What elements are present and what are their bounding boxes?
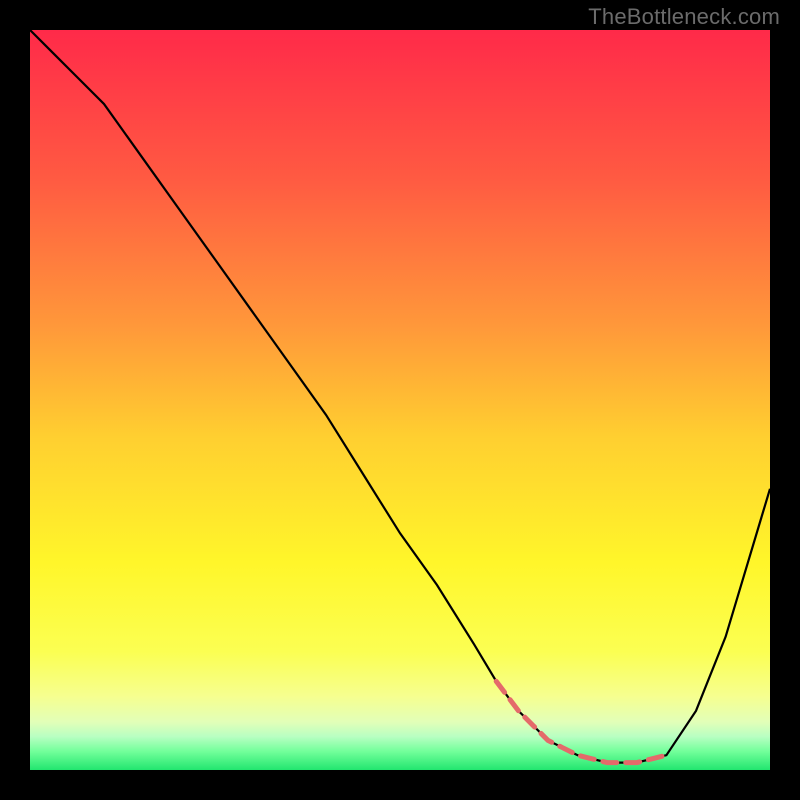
chart-frame: TheBottleneck.com <box>0 0 800 800</box>
chart-canvas <box>30 30 770 770</box>
plot-area <box>30 30 770 770</box>
heatmap-background <box>30 30 770 770</box>
watermark-label: TheBottleneck.com <box>588 4 780 30</box>
